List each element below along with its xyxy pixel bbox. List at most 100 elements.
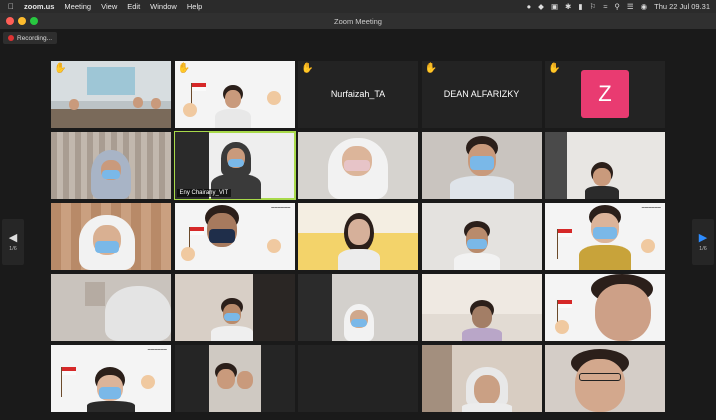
video-tile[interactable] (298, 132, 418, 199)
raise-hand-icon: ✋ (548, 63, 561, 74)
face-mask (208, 229, 235, 243)
zoom-status-icon[interactable]: ● (527, 0, 532, 13)
student-hijab (105, 286, 171, 341)
video-tile[interactable] (51, 203, 171, 270)
siri-icon[interactable]: ◉ (641, 0, 648, 13)
menubar-status-area: ● ◆ ▣ ✱ ▮ ⚐ ≈ ⚲ ☰ ◉ Thu 22 Jul 09.31 (527, 0, 710, 13)
search-icon[interactable]: ⚲ (614, 0, 620, 13)
student-shirt (585, 186, 619, 199)
video-tile[interactable] (545, 345, 665, 412)
bulletin-board (87, 67, 135, 95)
minimize-window-button[interactable] (18, 17, 26, 25)
menu-help[interactable]: Help (187, 2, 202, 11)
face-mask (223, 313, 240, 321)
student-face (224, 90, 241, 108)
face-mask (593, 227, 617, 239)
video-tile[interactable]: ✋ DEAN ALFARIZKY (421, 61, 542, 128)
wifi-icon[interactable]: ≈ (603, 0, 607, 13)
battery-icon[interactable]: ▮ (578, 0, 582, 13)
student-face (236, 371, 253, 389)
next-page-button[interactable]: ▶ 1/6 (692, 219, 714, 265)
menubar-clock[interactable]: Thu 22 Jul 09.31 (654, 0, 710, 13)
face-mask (466, 239, 487, 249)
classroom-floor (51, 109, 171, 128)
cartoon-child (182, 103, 197, 117)
video-tile[interactable] (51, 132, 171, 199)
face-mask (344, 160, 370, 171)
student-shirt (453, 253, 500, 270)
student-shirt (461, 403, 512, 412)
recording-label: Recording... (17, 34, 53, 42)
video-tile[interactable]: ▬▬▬▬▬▬ (174, 203, 295, 270)
student-face (595, 284, 651, 341)
menu-window[interactable]: Window (150, 2, 177, 11)
participant-name-tag: Eny Chairany_VIT (176, 189, 232, 197)
cartoon-child (641, 239, 655, 253)
student-face (575, 359, 625, 412)
chevron-right-icon: ▶ (698, 232, 708, 244)
video-tile-active-speaker[interactable]: Eny Chairany_VIT (173, 131, 296, 200)
student-face (348, 219, 370, 245)
video-tile[interactable]: ▬▬▬▬▬▬ (51, 345, 171, 412)
previous-page-button[interactable]: ◀ 1/6 (2, 219, 24, 265)
video-tile[interactable] (298, 203, 418, 270)
video-tile[interactable]: ▬▬▬▬▬▬ (545, 203, 665, 270)
banner-graphic: ▬▬▬▬▬▬ (271, 205, 291, 209)
fullscreen-window-button[interactable] (30, 17, 38, 25)
flag-icon[interactable]: ⚐ (589, 0, 596, 13)
face-mask (469, 156, 494, 170)
face-mask (99, 387, 121, 399)
video-tile[interactable] (174, 274, 295, 341)
banner-graphic: ▬▬▬▬▬▬ (641, 205, 661, 209)
door-frame (421, 345, 452, 412)
student-face (151, 98, 161, 109)
chevron-left-icon: ◀ (8, 232, 18, 244)
close-window-button[interactable] (6, 17, 14, 25)
menu-edit[interactable]: Edit (127, 2, 140, 11)
window-title: Zoom Meeting (334, 16, 382, 26)
video-tile[interactable] (545, 274, 665, 341)
menu-view[interactable]: View (101, 2, 117, 11)
video-tile[interactable]: ✋ (51, 61, 171, 128)
student-face (216, 369, 235, 389)
raise-hand-icon: ✋ (54, 63, 67, 74)
video-tile[interactable] (174, 345, 295, 412)
video-tile[interactable] (51, 274, 171, 341)
student-shirt (214, 109, 251, 128)
apple-logo-icon[interactable]:  (4, 2, 18, 11)
video-tile[interactable]: ✋ Nurfaizah_TA (298, 61, 418, 128)
video-tile[interactable] (298, 345, 418, 412)
video-tile[interactable] (421, 345, 542, 412)
student-shirt (338, 249, 380, 270)
control-center-icon[interactable]: ☰ (627, 0, 634, 13)
dark-door (252, 274, 295, 341)
record-icon (8, 35, 14, 41)
student-shirt (461, 328, 502, 341)
bluetooth-icon[interactable]: ✱ (565, 0, 571, 13)
video-tile[interactable] (421, 132, 542, 199)
menu-meeting[interactable]: Meeting (64, 2, 91, 11)
menu-app-zoom[interactable]: zoom.us (24, 2, 54, 11)
video-tile[interactable] (421, 274, 542, 341)
flag-decoration (189, 227, 204, 235)
cartoon-child (555, 320, 569, 334)
video-tile[interactable] (298, 274, 418, 341)
face-mask (351, 319, 367, 327)
video-tile[interactable]: ✋ Z (545, 61, 665, 128)
page-indicator-left: 1/6 (9, 246, 17, 252)
video-tile[interactable]: ✋ (174, 61, 295, 128)
video-tile[interactable] (545, 132, 665, 199)
page-indicator-right: 1/6 (699, 246, 707, 252)
screen-icon[interactable]: ▣ (551, 0, 558, 13)
raise-hand-icon: ✋ (424, 63, 437, 74)
banner-graphic: ▬▬▬▬▬▬ (147, 347, 167, 351)
dropbox-icon[interactable]: ◆ (538, 0, 544, 13)
recording-indicator[interactable]: Recording... (3, 32, 58, 44)
participant-name: Nurfaizah_TA (330, 89, 386, 99)
student-face (471, 306, 492, 328)
face-mask (227, 159, 244, 167)
dark-wall (174, 345, 209, 412)
cartoon-child (266, 91, 281, 105)
video-tile[interactable] (421, 203, 542, 270)
cartoon-child (141, 375, 155, 389)
